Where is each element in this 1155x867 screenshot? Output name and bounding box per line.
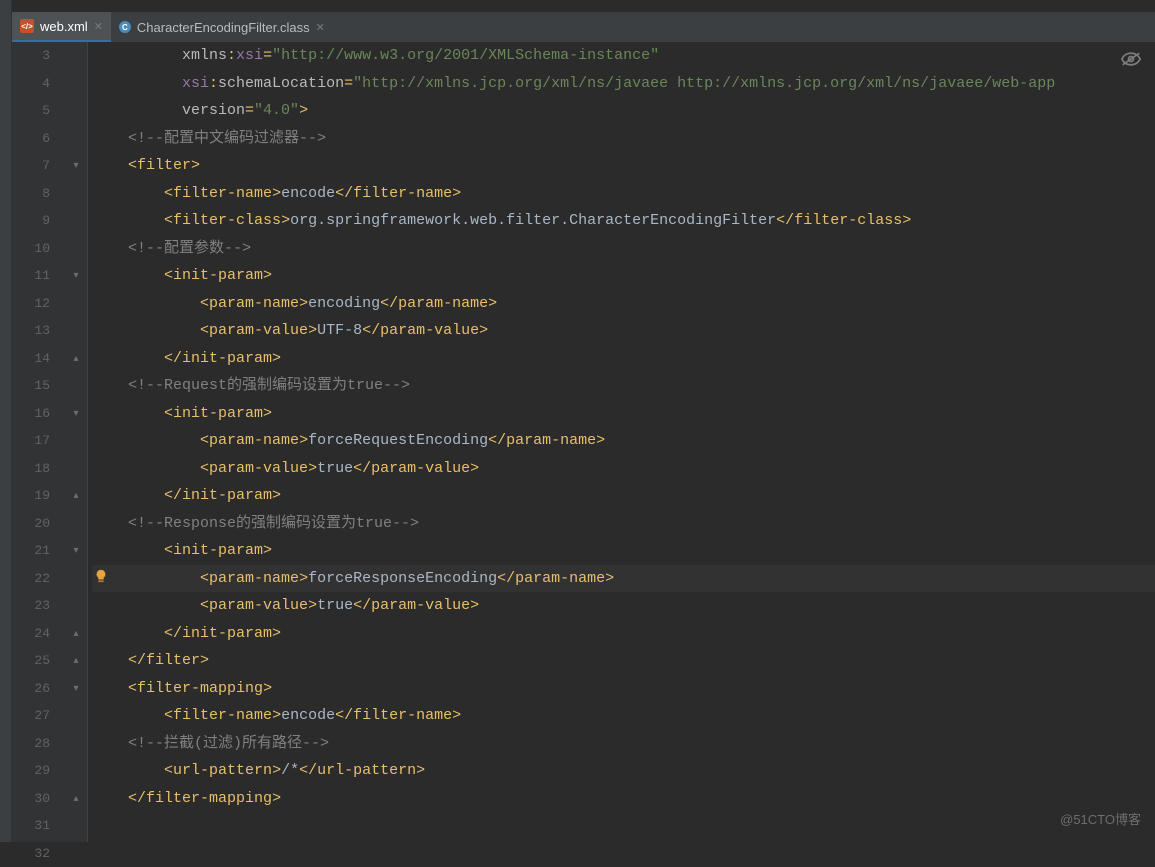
fold-expand-icon[interactable]: ▾	[70, 160, 82, 172]
code-line[interactable]: <param-value>true</param-value>	[92, 455, 1155, 483]
code-line[interactable]: <!--配置中文编码过滤器-->	[92, 125, 1155, 153]
editor: 3456789101112131415161718192021222324252…	[12, 42, 1155, 842]
line-number[interactable]: 21	[12, 537, 50, 565]
line-number[interactable]: 14	[12, 345, 50, 373]
code-line[interactable]: <param-name>encoding</param-name>	[92, 290, 1155, 318]
code-line[interactable]: xmlns:xsi="http://www.w3.org/2001/XMLSch…	[92, 42, 1155, 70]
fold-expand-icon[interactable]: ▾	[70, 408, 82, 420]
line-number[interactable]: 17	[12, 427, 50, 455]
line-number[interactable]: 26	[12, 675, 50, 703]
code-line[interactable]: <init-param>	[92, 262, 1155, 290]
line-number[interactable]: 16	[12, 400, 50, 428]
intention-bulb-icon[interactable]	[94, 569, 108, 583]
tab-web-xml[interactable]: </> web.xml ✕	[12, 12, 111, 42]
code-line[interactable]: <!--Request的强制编码设置为true-->	[92, 372, 1155, 400]
code-line[interactable]: <param-value>UTF-8</param-value>	[92, 317, 1155, 345]
line-number[interactable]: 25	[12, 647, 50, 675]
line-number[interactable]: 9	[12, 207, 50, 235]
fold-collapse-icon[interactable]: ▴	[70, 655, 82, 667]
line-number[interactable]: 8	[12, 180, 50, 208]
code-line[interactable]: </filter>	[92, 647, 1155, 675]
inspections-eye-icon[interactable]	[1121, 52, 1141, 66]
watermark: @51CTO博客	[1060, 809, 1141, 828]
editor-tabs: </> web.xml ✕ C CharacterEncodingFilter.clas…	[12, 12, 1155, 42]
line-number[interactable]: 28	[12, 730, 50, 758]
line-number[interactable]: 20	[12, 510, 50, 538]
line-number[interactable]: 5	[12, 97, 50, 125]
line-number[interactable]: 32	[12, 840, 50, 867]
line-number[interactable]: 29	[12, 757, 50, 785]
tab-characterencodingfilter-class[interactable]: C CharacterEncodingFilter.class ✕	[111, 12, 333, 42]
code-line[interactable]: <filter>	[92, 152, 1155, 180]
code-line[interactable]: <filter-name>encode</filter-name>	[92, 180, 1155, 208]
xml-file-icon: </>	[20, 19, 34, 33]
class-file-icon: C	[119, 21, 131, 33]
code-area[interactable]: xmlns:xsi="http://www.w3.org/2001/XMLSch…	[88, 42, 1155, 842]
line-number[interactable]: 7	[12, 152, 50, 180]
line-number[interactable]: 4	[12, 70, 50, 98]
line-number[interactable]: 30	[12, 785, 50, 813]
code-line[interactable]: <!--Response的强制编码设置为true-->	[92, 510, 1155, 538]
fold-expand-icon[interactable]: ▾	[70, 270, 82, 282]
code-line[interactable]: </init-param>	[92, 345, 1155, 373]
code-line[interactable]: xsi:schemaLocation="http://xmlns.jcp.org…	[92, 70, 1155, 98]
close-icon[interactable]: ✕	[94, 20, 103, 33]
fold-gutter[interactable]: ▾ ▾ ▴ ▾ ▴ ▾ ▴ ▴ ▾ ▴	[64, 42, 88, 842]
left-tool-rail[interactable]	[0, 0, 12, 842]
code-line[interactable]: <param-name>forceResponseEncoding</param…	[92, 565, 1155, 593]
line-number[interactable]: 19	[12, 482, 50, 510]
close-icon[interactable]: ✕	[316, 21, 325, 34]
line-number[interactable]: 11	[12, 262, 50, 290]
code-line[interactable]: <!--拦截(过滤)所有路径-->	[92, 730, 1155, 758]
code-line[interactable]: <filter-class>org.springframework.web.fi…	[92, 207, 1155, 235]
code-line[interactable]: <url-pattern>/*</url-pattern>	[92, 757, 1155, 785]
line-number[interactable]: 6	[12, 125, 50, 153]
code-line[interactable]: <param-name>forceRequestEncoding</param-…	[92, 427, 1155, 455]
line-number[interactable]: 18	[12, 455, 50, 483]
code-line[interactable]	[92, 812, 1155, 840]
code-line[interactable]: </init-param>	[92, 620, 1155, 648]
line-number[interactable]: 12	[12, 290, 50, 318]
tab-label: web.xml	[40, 19, 88, 34]
code-line[interactable]: <!--配置参数-->	[92, 235, 1155, 263]
code-line[interactable]: <init-param>	[92, 400, 1155, 428]
line-number[interactable]: 15	[12, 372, 50, 400]
line-number[interactable]: 27	[12, 702, 50, 730]
code-line[interactable]: <filter-mapping>	[92, 675, 1155, 703]
code-line[interactable]: <init-param>	[92, 537, 1155, 565]
tab-label: CharacterEncodingFilter.class	[137, 20, 310, 35]
code-line[interactable]: </init-param>	[92, 482, 1155, 510]
fold-expand-icon[interactable]: ▾	[70, 683, 82, 695]
code-line[interactable]: </filter-mapping>	[92, 785, 1155, 813]
code-line[interactable]: <param-value>true</param-value>	[92, 592, 1155, 620]
fold-collapse-icon[interactable]: ▴	[70, 793, 82, 805]
line-number[interactable]: 13	[12, 317, 50, 345]
fold-collapse-icon[interactable]: ▴	[70, 490, 82, 502]
fold-collapse-icon[interactable]: ▴	[70, 353, 82, 365]
line-number[interactable]: 31	[12, 812, 50, 840]
line-number[interactable]: 10	[12, 235, 50, 263]
fold-expand-icon[interactable]: ▾	[70, 545, 82, 557]
line-number-gutter[interactable]: 3456789101112131415161718192021222324252…	[12, 42, 64, 842]
line-number[interactable]: 3	[12, 42, 50, 70]
code-line[interactable]: version="4.0">	[92, 97, 1155, 125]
code-line[interactable]: <filter-name>encode</filter-name>	[92, 702, 1155, 730]
line-number[interactable]: 24	[12, 620, 50, 648]
fold-collapse-icon[interactable]: ▴	[70, 628, 82, 640]
line-number[interactable]: 23	[12, 592, 50, 620]
line-number[interactable]: 22	[12, 565, 50, 593]
